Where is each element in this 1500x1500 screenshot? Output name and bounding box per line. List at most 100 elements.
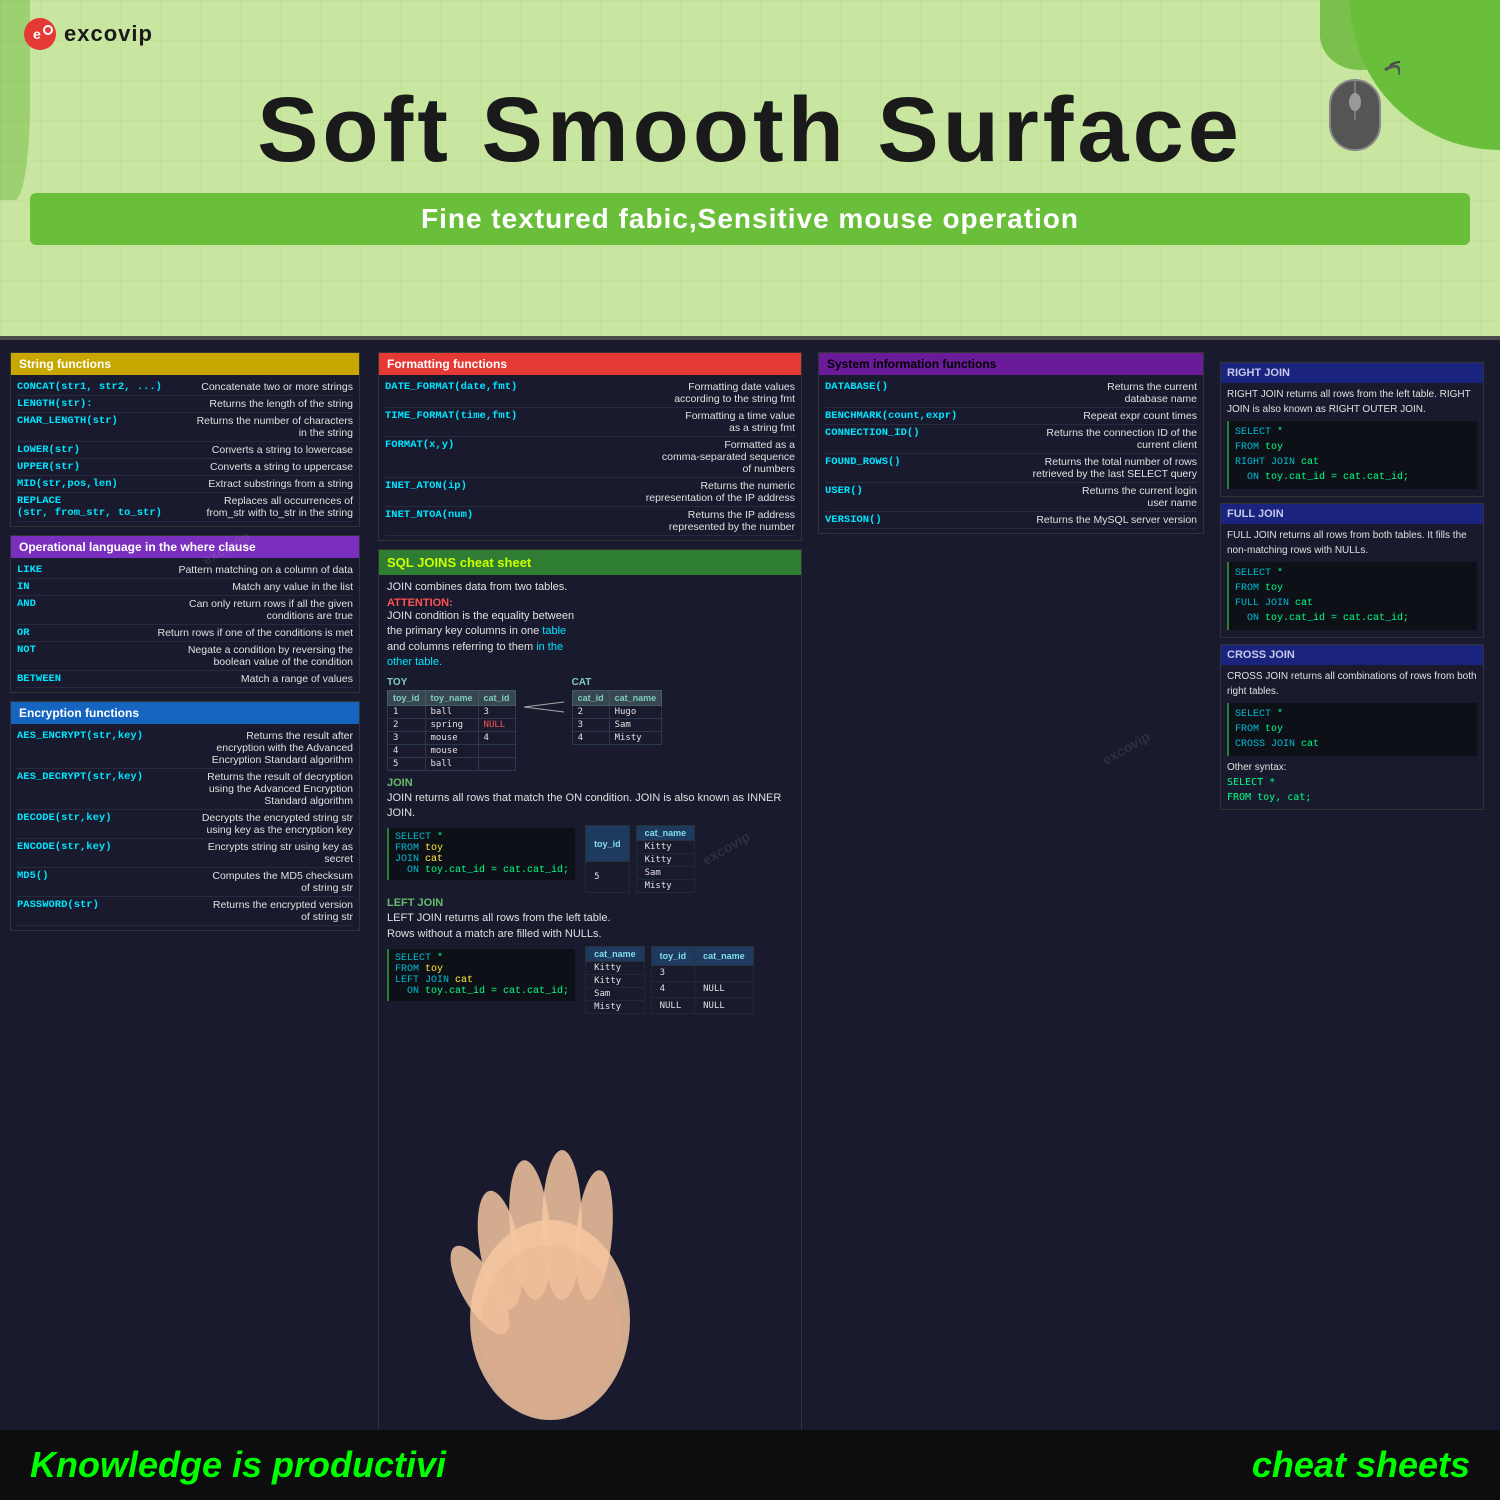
full-join-header: FULL JOIN	[1221, 504, 1483, 524]
list-item: MID(str,pos,len) Extract substrings from…	[17, 476, 353, 493]
list-item: IN Match any value in the list	[17, 579, 353, 596]
join-label: JOIN	[387, 777, 793, 789]
string-functions-box: String functions CONCAT(str1, str2, ...)…	[10, 352, 360, 527]
mouse-icon	[1310, 50, 1400, 165]
join-desc: JOIN returns all rows that match the ON …	[387, 791, 793, 822]
string-functions-content: CONCAT(str1, str2, ...) Concatenate two …	[11, 375, 359, 526]
encryption-content: AES_ENCRYPT(str,key) Returns the result …	[11, 724, 359, 930]
list-item: REPLACE(str, from_str, to_str) Replaces …	[17, 493, 353, 522]
list-item: DATE_FORMAT(date,fmt) Formatting date va…	[385, 379, 795, 408]
list-item: DECODE(str,key) Decrypts the encrypted s…	[17, 810, 353, 839]
system-info-col: System information functions DATABASE() …	[818, 352, 1204, 1488]
right-column: System information functions DATABASE() …	[810, 340, 1500, 1500]
svg-text:e: e	[33, 26, 41, 42]
join-code: SELECT * FROM toy JOIN cat ON toy.cat_id…	[387, 828, 575, 880]
logo-icon: e	[24, 18, 56, 50]
list-item: CONCAT(str1, str2, ...) Concatenate two …	[17, 379, 353, 396]
list-item: USER() Returns the current loginuser nam…	[825, 483, 1197, 512]
list-item: AES_ENCRYPT(str,key) Returns the result …	[17, 728, 353, 769]
full-join-box: FULL JOIN FULL JOIN returns all rows fro…	[1220, 503, 1484, 638]
left-join-results: cat_name Kitty Kitty Sam Misty toy_idcat…	[585, 946, 754, 1014]
main-title: Soft Smooth Surface	[0, 68, 1500, 193]
bottom-section: String functions CONCAT(str1, str2, ...)…	[0, 340, 1500, 1500]
bottom-banner: Knowledge is productivi cheat sheets	[0, 1430, 1500, 1500]
cross-join-header: CROSS JOIN	[1221, 645, 1483, 665]
right-join-body: RIGHT JOIN returns all rows from the lef…	[1221, 383, 1483, 496]
left-join-desc: LEFT JOIN returns all rows from the left…	[387, 911, 793, 942]
logo-area: e excovip	[0, 0, 1500, 68]
join-arrows	[524, 697, 564, 717]
list-item: ENCODE(str,key) Encrypts string str usin…	[17, 839, 353, 868]
right-join-box: RIGHT JOIN RIGHT JOIN returns all rows f…	[1220, 362, 1484, 497]
formatting-header: Formatting functions	[379, 353, 801, 375]
list-item: AND Can only return rows if all the give…	[17, 596, 353, 625]
subtitle-text: Fine textured fabic,Sensitive mouse oper…	[421, 203, 1079, 234]
middle-column: Formatting functions DATE_FORMAT(date,fm…	[370, 340, 810, 1500]
left-join-label: LEFT JOIN	[387, 897, 793, 909]
list-item: CONNECTION_ID() Returns the connection I…	[825, 425, 1197, 454]
sql-joins-header: SQL JOINS cheat sheet	[379, 550, 801, 575]
list-item: PASSWORD(str) Returns the encrypted vers…	[17, 897, 353, 926]
right-join-code: SELECT * FROM toy RIGHT JOIN cat ON toy.…	[1227, 421, 1477, 489]
join-result-table2: cat_name Kitty Kitty Sam Misty	[636, 825, 696, 893]
cat-table: cat_idcat_name 2Hugo 3Sam 4Misty	[572, 690, 663, 745]
list-item: LOWER(str) Converts a string to lowercas…	[17, 442, 353, 459]
operational-box: Operational language in the where clause…	[10, 535, 360, 693]
attention-label: ATTENTION:	[387, 597, 793, 609]
list-item: DATABASE() Returns the currentdatabase n…	[825, 379, 1197, 408]
encryption-box: Encryption functions AES_ENCRYPT(str,key…	[10, 701, 360, 931]
cross-join-other: Other syntax: SELECT *FROM toy, cat;	[1227, 760, 1477, 805]
left-join-code: SELECT * FROM toy LEFT JOIN cat ON toy.c…	[387, 949, 575, 1001]
formatting-content: DATE_FORMAT(date,fmt) Formatting date va…	[379, 375, 801, 540]
cross-join-body: CROSS JOIN returns all combinations of r…	[1221, 665, 1483, 809]
cross-join-box: CROSS JOIN CROSS JOIN returns all combin…	[1220, 644, 1484, 810]
list-item: AES_DECRYPT(str,key) Returns the result …	[17, 769, 353, 810]
list-item: INET_NTOA(num) Returns the IP addressrep…	[385, 507, 795, 536]
attention-desc: JOIN condition is the equality betweenth…	[387, 609, 793, 671]
top-section: e excovip Soft Smooth Surface Fine textu…	[0, 0, 1500, 340]
right-joins-panel: RIGHT JOIN RIGHT JOIN returns all rows f…	[1212, 352, 1492, 1488]
join-results: toy_id 5 cat_name Kitty Kitty Sam Misty	[585, 825, 695, 893]
joins-intro: JOIN combines data from two tables.	[387, 581, 793, 593]
sql-joins-box: SQL JOINS cheat sheet JOIN combines data…	[378, 549, 802, 1488]
system-info-box: System information functions DATABASE() …	[818, 352, 1204, 534]
encryption-header: Encryption functions	[11, 702, 359, 724]
system-info-content: DATABASE() Returns the currentdatabase n…	[819, 375, 1203, 533]
full-join-code: SELECT * FROM toy FULL JOIN cat ON toy.c…	[1227, 562, 1477, 630]
list-item: OR Return rows if one of the conditions …	[17, 625, 353, 642]
string-functions-header: String functions	[11, 353, 359, 375]
banner-left-text: Knowledge is productivi	[30, 1444, 446, 1486]
cross-join-code: SELECT * FROM toy CROSS JOIN cat	[1227, 703, 1477, 756]
left-result-table2: toy_idcat_name 3 4NULL NULLNULL	[651, 946, 754, 1014]
right-split: System information functions DATABASE() …	[818, 352, 1492, 1488]
list-item: LIKE Pattern matching on a column of dat…	[17, 562, 353, 579]
list-item: LENGTH(str): Returns the length of the s…	[17, 396, 353, 413]
left-result-table1: cat_name Kitty Kitty Sam Misty	[585, 946, 645, 1014]
operational-header: Operational language in the where clause	[11, 536, 359, 558]
subtitle-bar: Fine textured fabic,Sensitive mouse oper…	[30, 193, 1470, 245]
sql-joins-body: JOIN combines data from two tables. ATTE…	[379, 575, 801, 1024]
toy-table-wrap: TOY toy_idtoy_namecat_id 1ball3 2springN…	[387, 677, 516, 771]
system-info-header: System information functions	[819, 353, 1203, 375]
join-result-table1: toy_id 5	[585, 825, 630, 893]
list-item: UPPER(str) Converts a string to uppercas…	[17, 459, 353, 476]
list-item: INET_ATON(ip) Returns the numericreprese…	[385, 478, 795, 507]
list-item: MD5() Computes the MD5 checksumof string…	[17, 868, 353, 897]
list-item: CHAR_LENGTH(str) Returns the number of c…	[17, 413, 353, 442]
full-join-body: FULL JOIN returns all rows from both tab…	[1221, 524, 1483, 637]
formatting-box: Formatting functions DATE_FORMAT(date,fm…	[378, 352, 802, 541]
cat-table-wrap: CAT cat_idcat_name 2Hugo 3Sam 4Misty	[572, 677, 663, 745]
list-item: VERSION() Returns the MySQL server versi…	[825, 512, 1197, 529]
toy-cat-tables: TOY toy_idtoy_namecat_id 1ball3 2springN…	[387, 677, 793, 771]
logo-text: excovip	[64, 21, 153, 47]
right-join-header: RIGHT JOIN	[1221, 363, 1483, 383]
left-column: String functions CONCAT(str1, str2, ...)…	[0, 340, 370, 1500]
list-item: FOUND_ROWS() Returns the total number of…	[825, 454, 1197, 483]
list-item: FORMAT(x,y) Formatted as acomma-separate…	[385, 437, 795, 478]
list-item: TIME_FORMAT(time,fmt) Formatting a time …	[385, 408, 795, 437]
toy-table: toy_idtoy_namecat_id 1ball3 2springNULL …	[387, 690, 516, 771]
list-item: NOT Negate a condition by reversing theb…	[17, 642, 353, 671]
list-item: BETWEEN Match a range of values	[17, 671, 353, 688]
operational-content: LIKE Pattern matching on a column of dat…	[11, 558, 359, 692]
banner-right-text: cheat sheets	[1252, 1444, 1470, 1486]
